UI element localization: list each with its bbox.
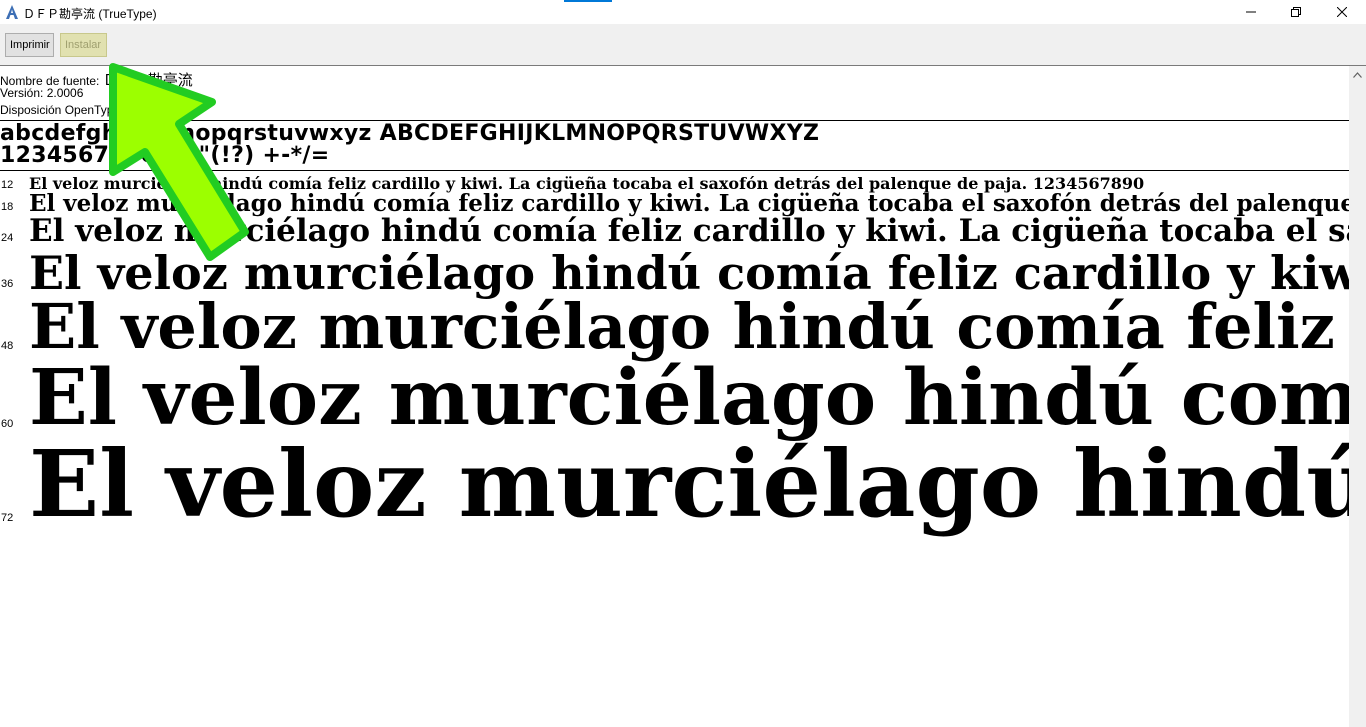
font-layout: Disposición OpenType, contornos: [0, 103, 180, 117]
size-sample-text: El veloz murciélago hindú comía: [29, 430, 1349, 538]
minimize-icon: [1246, 11, 1256, 13]
size-sample-text: El veloz murciélago hindú comía feliz ca…: [29, 290, 1349, 363]
toolbar: Imprimir Instalar: [0, 24, 1366, 66]
font-name-value: ＤＦＰ勘亭流: [102, 72, 193, 89]
restore-icon: [1291, 7, 1301, 17]
size-label: 36: [1, 278, 14, 290]
size-label: 18: [1, 201, 14, 213]
close-icon: [1337, 7, 1347, 17]
minimize-button[interactable]: [1228, 0, 1274, 24]
size-sample-text: El veloz murciélago hindú comía feliz ca…: [29, 190, 1349, 217]
size-sample-row: 48 El veloz murciélago hindú comía feliz…: [0, 296, 1349, 360]
size-sample-row: 72 El veloz murciélago hindú comía: [0, 438, 1349, 534]
size-label: 24: [1, 232, 14, 244]
divider-bottom: [0, 170, 1349, 171]
digits-sample: 1234567890.:,;'"(!?) +-*/=: [0, 143, 330, 168]
title-bar: ＤＦＰ勘亭流 (TrueType): [0, 0, 1366, 24]
size-sample-text: El veloz murciélago hindú comía feliz: [29, 353, 1349, 443]
scroll-up-arrow-icon[interactable]: [1349, 66, 1366, 83]
install-button[interactable]: Instalar: [60, 33, 107, 57]
font-preview-pane: Nombre de fuente: ＤＦＰ勘亭流 Versión: 2.0006…: [0, 66, 1349, 727]
size-label: 72: [1, 512, 14, 524]
size-sample-text: El veloz murciélago hindú comía feliz ca…: [29, 213, 1349, 249]
size-sample-row: 24 El veloz murciélago hindú comía feliz…: [0, 216, 1349, 250]
window-title: ＤＦＰ勘亭流 (TrueType): [23, 7, 157, 21]
vertical-scrollbar[interactable]: [1349, 66, 1366, 727]
font-viewer-app-icon: [4, 4, 20, 20]
close-button[interactable]: [1319, 0, 1365, 24]
size-sample-row: 60 El veloz murciélago hindú comía feliz: [0, 360, 1349, 438]
size-label: 12: [1, 179, 14, 191]
size-label: 48: [1, 340, 14, 352]
maximize-button[interactable]: [1273, 0, 1319, 24]
font-version: Versión: 2.0006: [0, 86, 84, 100]
print-button[interactable]: Imprimir: [5, 33, 54, 57]
taskbar-accent-line: [564, 0, 612, 2]
size-label: 60: [1, 418, 14, 430]
